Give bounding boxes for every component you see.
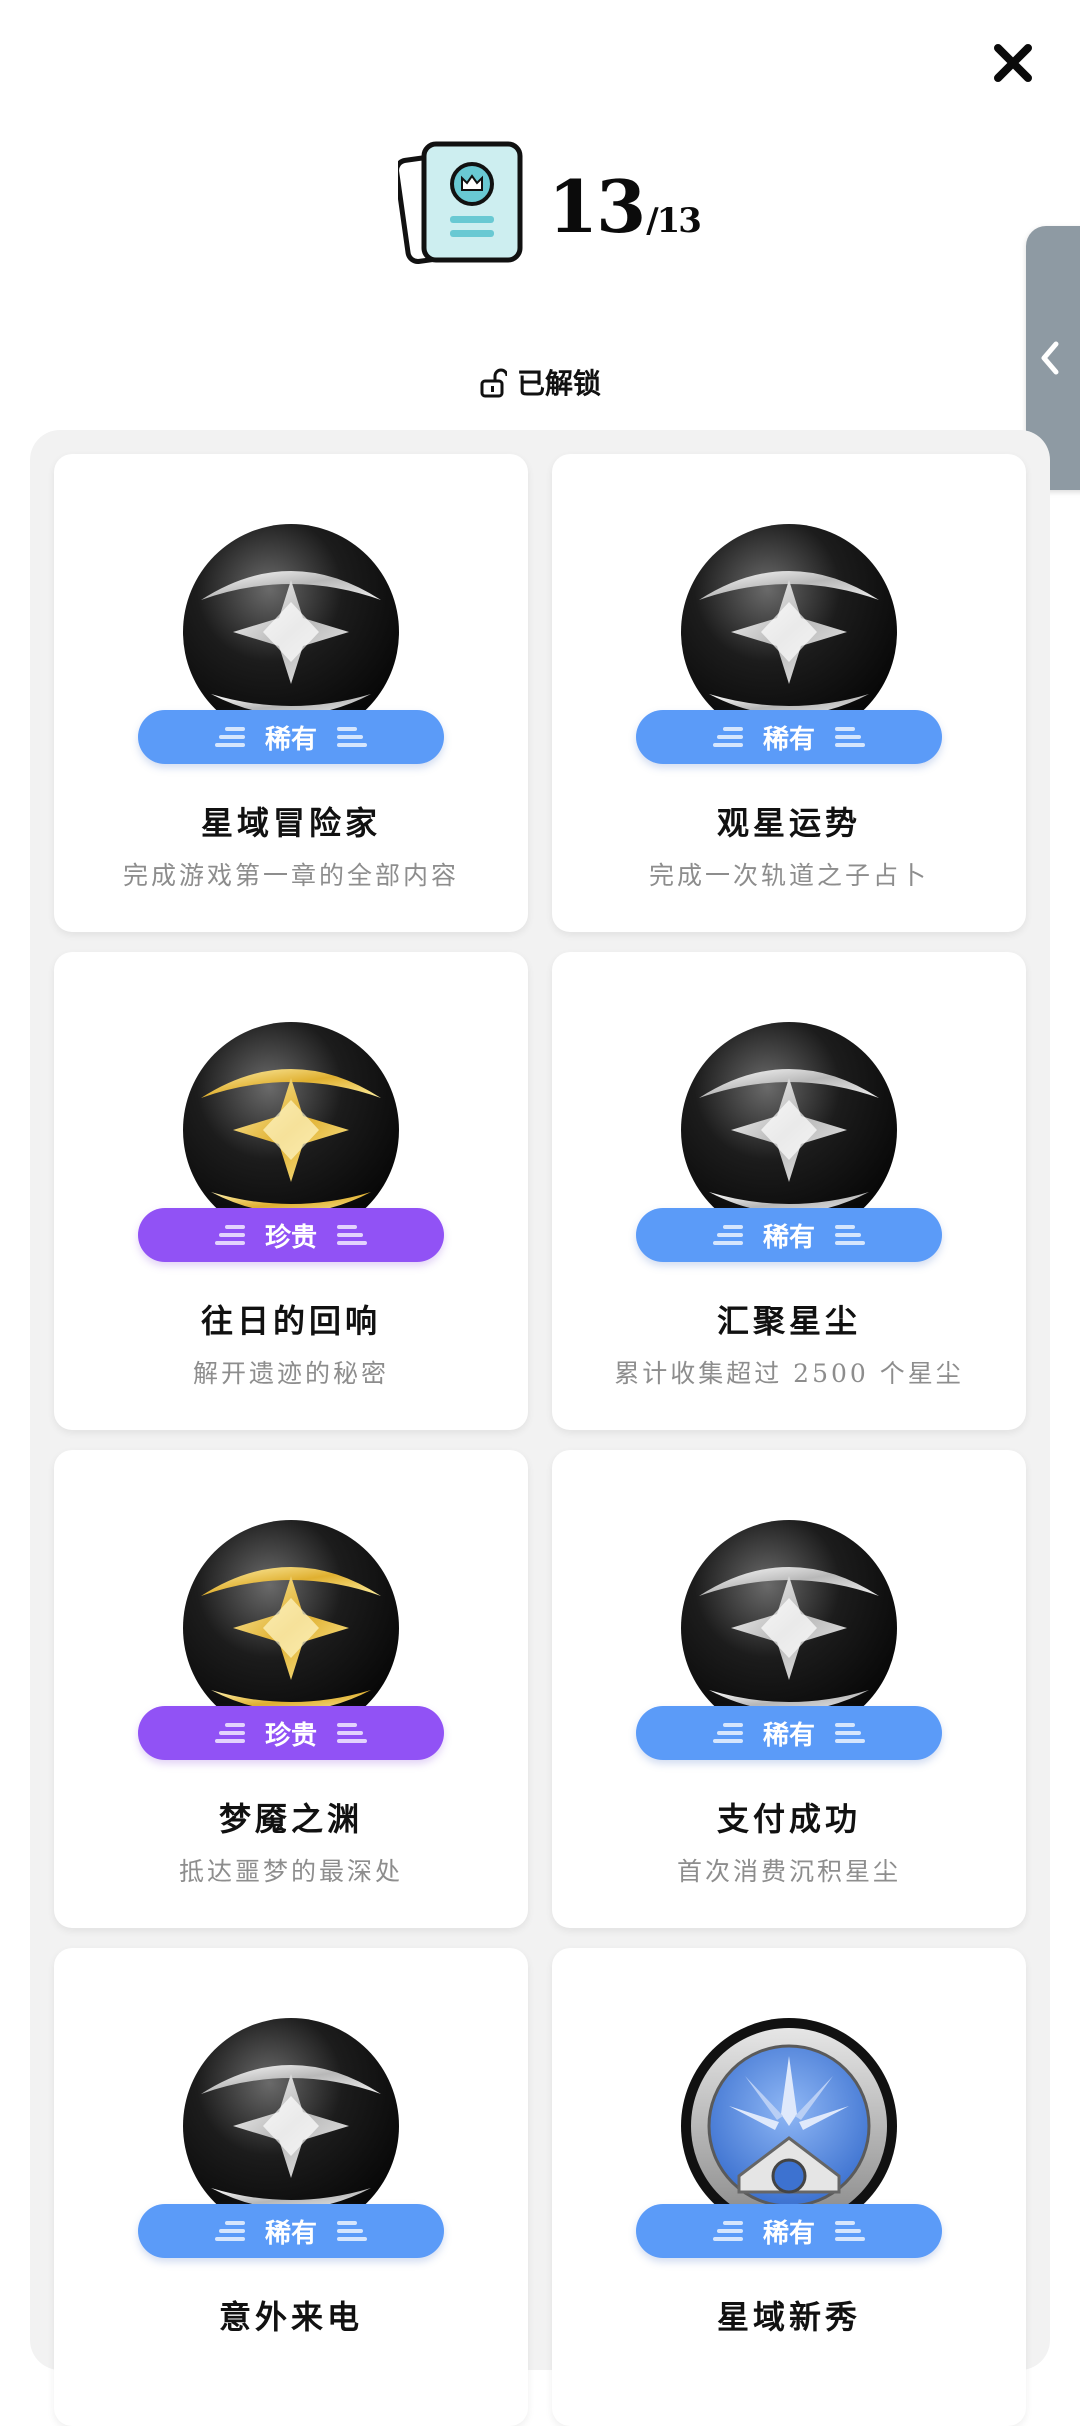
silver-star-medal-icon [681,1022,897,1238]
achievement-card[interactable]: 稀有 意外来电 [54,1948,528,2426]
blue-compass-medal-icon [681,2018,897,2234]
silver-star-medal-icon [183,524,399,740]
unlocked-count: 13 [548,164,646,249]
badge-decoration [835,1225,865,1245]
achievement-card[interactable]: 珍贵 往日的回响 解开遗迹的秘密 [54,952,528,1430]
rarity-badge: 稀有 [636,1706,942,1760]
total-count: /13 [646,201,702,241]
achievement-title: 观星运势 [716,804,861,842]
silver-star-medal-icon [681,524,897,740]
badge-decoration [712,2221,743,2241]
unlock-icon [480,368,509,398]
rarity-badge: 珍贵 [138,1706,444,1760]
rarity-badge: 稀有 [138,710,444,764]
achievement-title: 梦魇之渊 [218,1800,363,1838]
achievement-card[interactable]: 稀有 星域冒险家 完成游戏第一章的全部内容 [54,454,528,932]
achievement-title: 支付成功 [716,1800,861,1838]
rarity-badge: 稀有 [138,2204,444,2258]
rarity-label: 稀有 [762,2218,815,2249]
collection-header: 13/13 [0,140,1080,270]
badge-decoration [337,727,367,747]
achievement-title: 星域冒险家 [200,804,381,842]
badge-decoration [712,1225,743,1245]
badge-decoration [214,2221,245,2241]
achievement-card[interactable]: 稀有 支付成功 首次消费沉积星尘 [552,1450,1026,1928]
achievement-description: 累计收集超过 2500 个星尘 [614,1359,964,1388]
achievement-description: 抵达噩梦的最深处 [178,1857,403,1886]
rarity-label: 稀有 [762,724,815,755]
rarity-label: 稀有 [762,1720,815,1751]
badge-decoration [337,1225,367,1245]
achievement-book-icon [398,141,523,264]
rarity-badge: 稀有 [636,710,942,764]
achievement-description: 完成一次轨道之子占卜 [648,861,929,890]
achievement-card[interactable]: 稀有 观星运势 完成一次轨道之子占卜 [552,454,1026,932]
badge-decoration [712,727,743,747]
badge-decoration [835,727,865,747]
badge-decoration [214,1723,245,1743]
silver-star-medal-icon [681,1520,897,1736]
achievement-description: 首次消费沉积星尘 [676,1857,901,1886]
achievement-card[interactable]: 稀有 星域新秀 [552,1948,1026,2426]
close-button[interactable] [990,40,1036,86]
badge-decoration [835,2221,865,2241]
achievements-panel: 稀有 星域冒险家 完成游戏第一章的全部内容 稀有 观星运势 完成一次轨道之子占卜 [30,430,1050,2426]
badge-decoration [835,1723,865,1743]
achievement-title: 汇聚星尘 [716,1302,861,1340]
unlocked-section-label: 已解锁 [0,362,1080,402]
badge-decoration [337,1723,367,1743]
rarity-label: 稀有 [762,1222,815,1253]
achievement-description: 完成游戏第一章的全部内容 [122,861,459,890]
rarity-label: 稀有 [264,2218,317,2249]
achievement-count: 13/13 [548,164,702,249]
rarity-label: 珍贵 [264,1222,317,1253]
achievement-title: 往日的回响 [200,1302,381,1340]
badge-decoration [337,2221,367,2241]
silver-star-medal-icon [183,2018,399,2234]
unlocked-label: 已解锁 [516,367,601,400]
achievement-card[interactable]: 珍贵 梦魇之渊 抵达噩梦的最深处 [54,1450,528,1928]
rarity-badge: 珍贵 [138,1208,444,1262]
achievement-card[interactable]: 稀有 汇聚星尘 累计收集超过 2500 个星尘 [552,952,1026,1430]
rarity-label: 珍贵 [264,1720,317,1751]
badge-decoration [214,1225,245,1245]
gold-star-medal-icon [183,1022,399,1238]
close-icon [994,44,1032,82]
achievement-description: 解开遗迹的秘密 [192,1359,389,1388]
rarity-badge: 稀有 [636,1208,942,1262]
chevron-left-icon [1041,341,1059,375]
rarity-badge: 稀有 [636,2204,942,2258]
gold-star-medal-icon [183,1520,399,1736]
achievement-title: 意外来电 [218,2298,363,2336]
achievement-title: 星域新秀 [716,2298,861,2336]
badge-decoration [214,727,245,747]
badge-decoration [712,1723,743,1743]
rarity-label: 稀有 [264,724,317,755]
